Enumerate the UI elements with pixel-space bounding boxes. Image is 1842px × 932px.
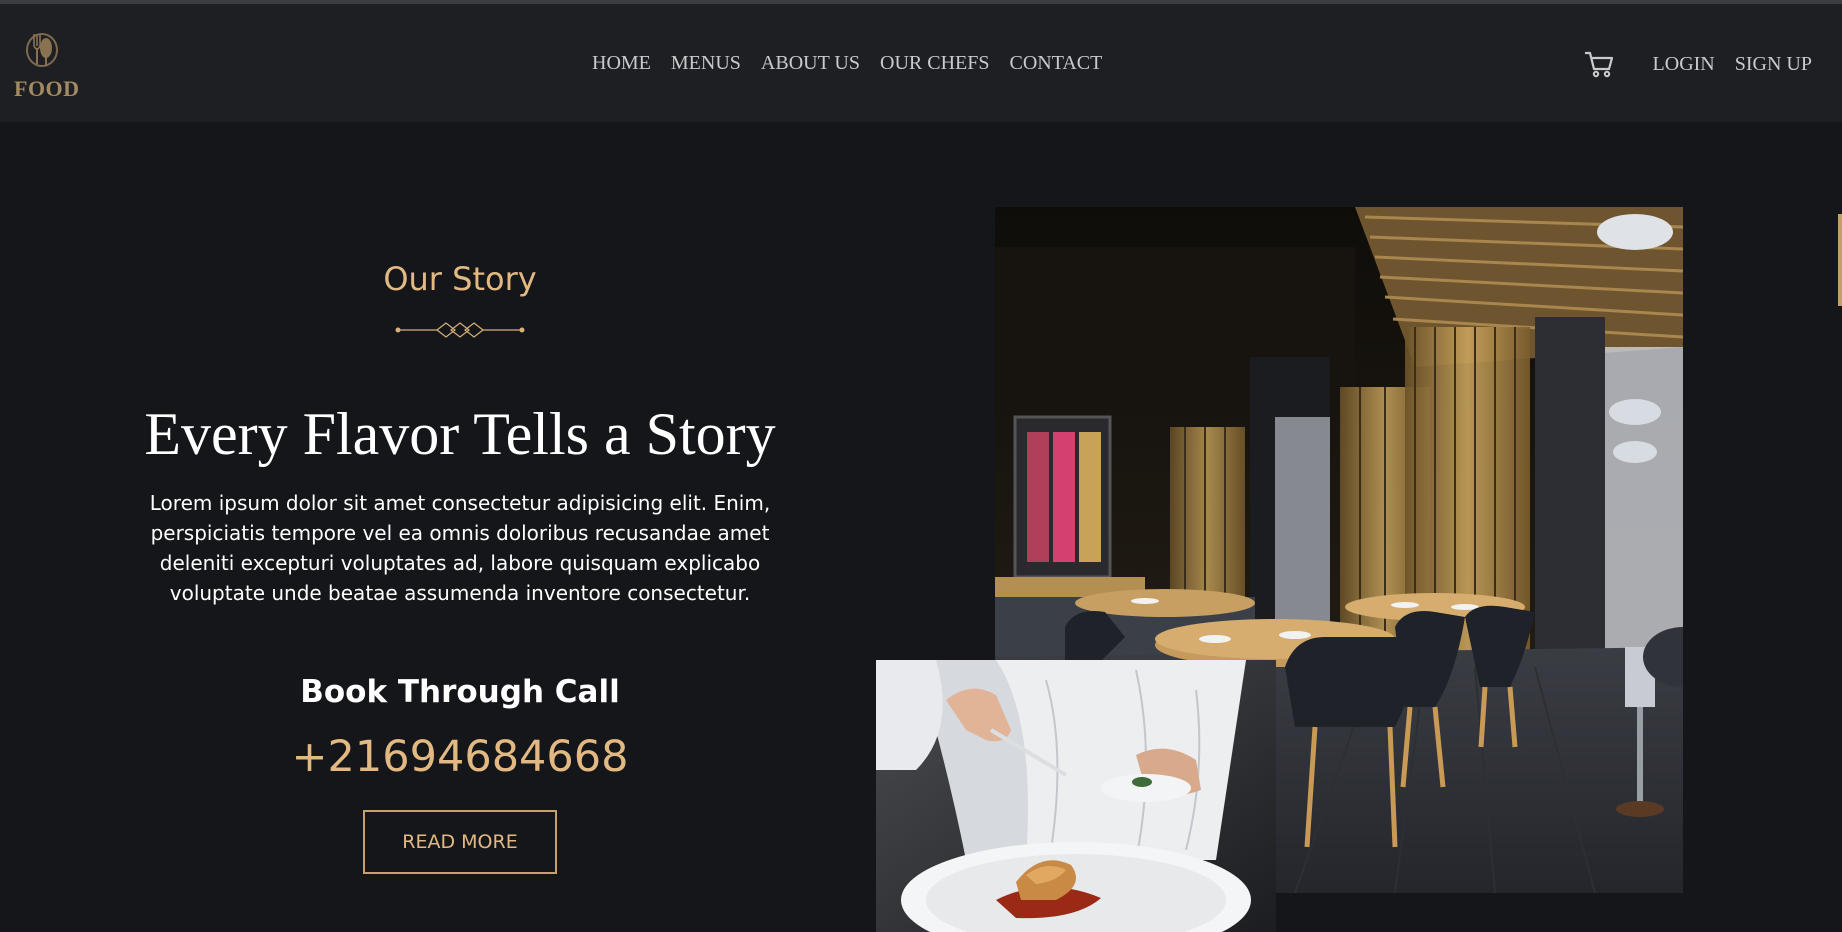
brand-name: FOOD — [14, 76, 80, 101]
story-description: Lorem ipsum dolor sit amet consectetur a… — [149, 491, 771, 605]
chef-plating-photo — [876, 660, 1276, 932]
phone-number[interactable]: +21694684668 — [100, 732, 820, 782]
signup-link[interactable]: SIGN UP — [1735, 53, 1812, 76]
shopping-cart-icon[interactable] — [1583, 48, 1615, 80]
ornament-divider — [395, 322, 525, 338]
call-heading: Book Through Call — [300, 674, 620, 710]
story-section: Our Story Every Flavor Tells a Story Lor… — [100, 260, 820, 874]
brand-logo[interactable]: FOOD — [14, 26, 104, 106]
section-eyebrow: Our Story — [383, 260, 537, 298]
read-more-button[interactable]: READ MORE — [363, 810, 557, 874]
scroll-indicator[interactable] — [1838, 214, 1842, 306]
chef-plating-illustration — [876, 660, 1276, 932]
main-nav: HOME MENUS ABOUT US OUR CHEFS CONTACT — [592, 52, 1122, 75]
navbar: FOOD HOME MENUS ABOUT US OUR CHEFS CONTA… — [0, 4, 1842, 122]
nav-menus[interactable]: MENUS — [671, 52, 741, 75]
nav-our-chefs[interactable]: OUR CHEFS — [880, 52, 989, 75]
nav-about-us[interactable]: ABOUT US — [761, 52, 860, 75]
login-link[interactable]: LOGIN — [1653, 53, 1715, 76]
nav-actions: LOGIN SIGN UP — [1583, 48, 1812, 80]
page-title: Every Flavor Tells a Story — [144, 401, 776, 467]
fork-spoon-icon — [26, 33, 58, 67]
nav-home[interactable]: HOME — [592, 52, 651, 75]
nav-contact[interactable]: CONTACT — [1009, 52, 1102, 75]
